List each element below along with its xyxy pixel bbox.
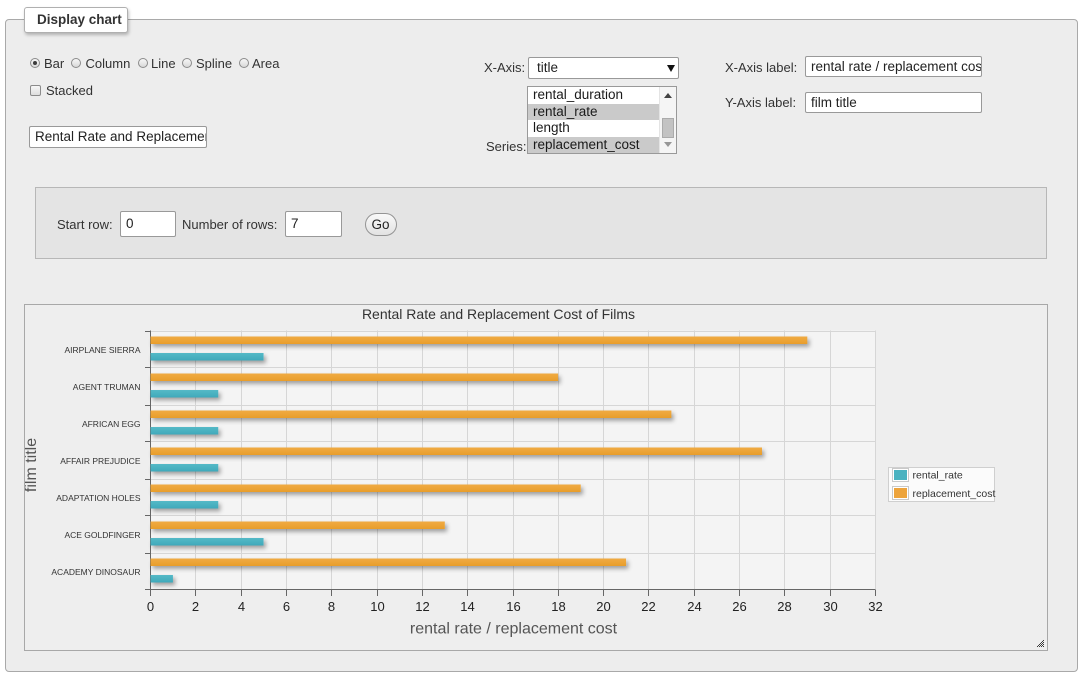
svg-text:30: 30 bbox=[823, 599, 837, 614]
svg-text:ACE GOLDFINGER: ACE GOLDFINGER bbox=[64, 530, 140, 540]
svg-text:20: 20 bbox=[596, 599, 610, 614]
svg-text:26: 26 bbox=[732, 599, 746, 614]
svg-text:32: 32 bbox=[868, 599, 882, 614]
svg-text:AFFAIR PREJUDICE: AFFAIR PREJUDICE bbox=[60, 456, 141, 466]
svg-text:16: 16 bbox=[506, 599, 520, 614]
svg-text:rental_rate: rental_rate bbox=[913, 470, 963, 482]
svg-text:0: 0 bbox=[147, 599, 154, 614]
svg-text:22: 22 bbox=[641, 599, 655, 614]
svg-text:Rental Rate and Replacement Co: Rental Rate and Replacement Cost of Film… bbox=[362, 306, 635, 322]
svg-text:AIRPLANE SIERRA: AIRPLANE SIERRA bbox=[64, 345, 140, 355]
svg-text:film title: film title bbox=[25, 438, 40, 492]
svg-text:10: 10 bbox=[370, 599, 384, 614]
svg-text:AGENT TRUMAN: AGENT TRUMAN bbox=[73, 382, 141, 392]
svg-text:replacement_cost: replacement_cost bbox=[913, 488, 996, 500]
svg-text:AFRICAN EGG: AFRICAN EGG bbox=[82, 419, 141, 429]
svg-text:24: 24 bbox=[687, 599, 701, 614]
svg-text:4: 4 bbox=[238, 599, 245, 614]
svg-text:ADAPTATION HOLES: ADAPTATION HOLES bbox=[56, 493, 141, 503]
svg-text:14: 14 bbox=[460, 599, 474, 614]
svg-text:2: 2 bbox=[192, 599, 199, 614]
svg-text:rental rate / replacement cost: rental rate / replacement cost bbox=[410, 621, 618, 638]
svg-text:ACADEMY DINOSAUR: ACADEMY DINOSAUR bbox=[51, 567, 140, 577]
svg-text:28: 28 bbox=[777, 599, 791, 614]
svg-text:8: 8 bbox=[328, 599, 335, 614]
svg-text:6: 6 bbox=[283, 599, 290, 614]
svg-text:18: 18 bbox=[551, 599, 565, 614]
svg-text:12: 12 bbox=[415, 599, 429, 614]
